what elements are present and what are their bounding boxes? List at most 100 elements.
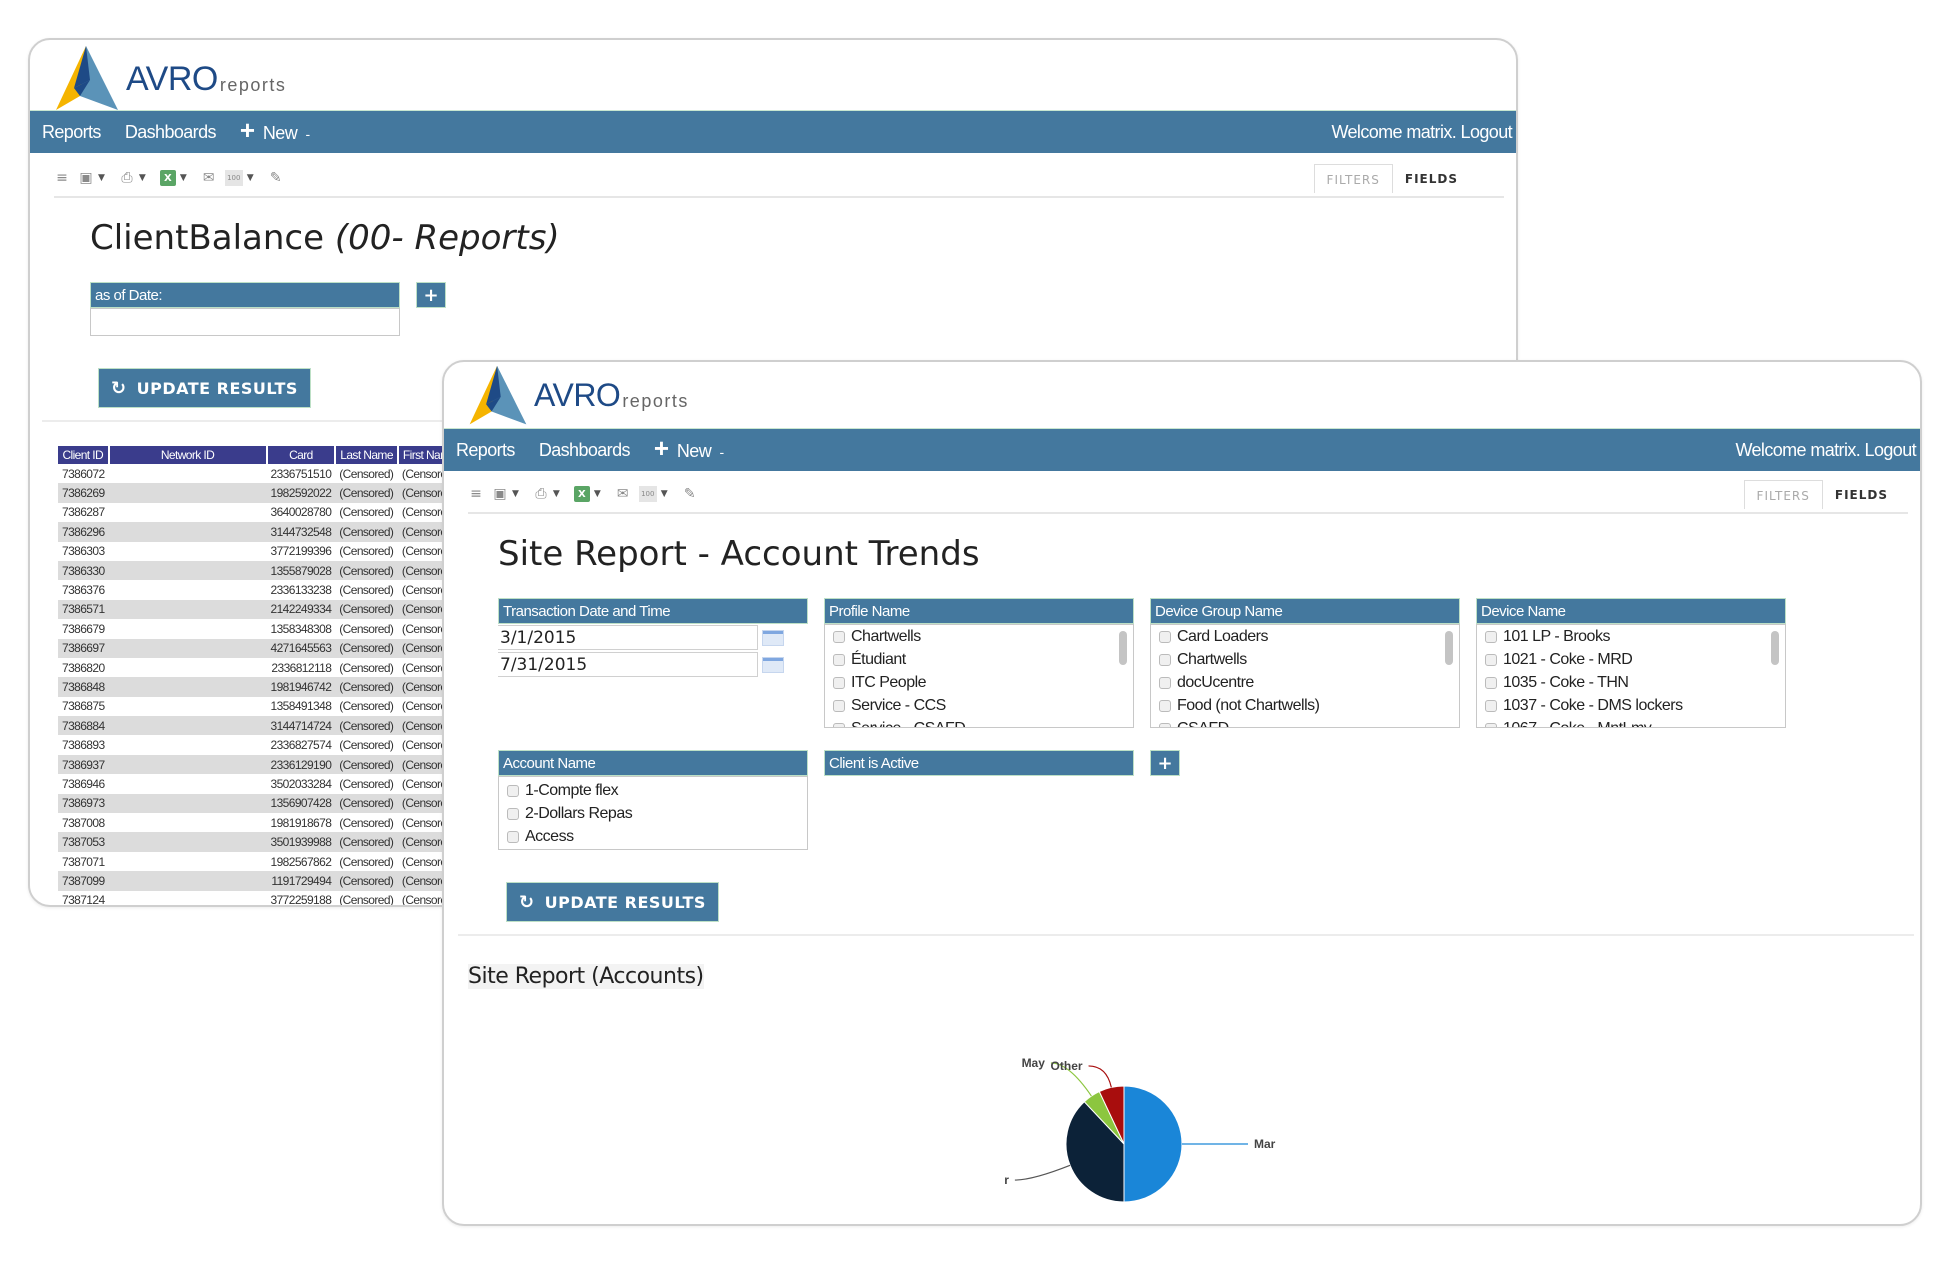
table-row[interactable]: 7386330 1355879028 (Censored) (Censored)	[58, 560, 461, 581]
print-icon[interactable]: ⎙	[119, 170, 135, 186]
checkbox[interactable]	[833, 653, 845, 666]
table-row[interactable]: 7386884 3144714724 (Censored) (Censored)	[58, 716, 461, 736]
filter-client-is-active[interactable]: Client is Active	[824, 750, 1134, 776]
add-filter-button[interactable]: +	[416, 282, 446, 308]
list-item[interactable]: 1035 - Coke - THN	[1477, 671, 1785, 694]
table-row[interactable]: 7386848 1981946742 (Censored) (Censored)	[58, 677, 461, 697]
table-row[interactable]: 7386296 3144732548 (Censored) (Censored)	[58, 522, 461, 542]
table-row[interactable]: 7387053 3501939988 (Censored) (Censored)	[58, 832, 461, 852]
tab-fields[interactable]: FIELDS	[1393, 164, 1470, 193]
checkbox[interactable]	[833, 699, 845, 712]
update-results-button[interactable]: ↻ UPDATE RESULTS	[98, 368, 311, 408]
excel-icon[interactable]: X	[159, 170, 176, 186]
welcome-logout-link[interactable]: Welcome matrix. Logout	[1735, 440, 1916, 461]
list-item[interactable]: Card Loaders	[1151, 625, 1459, 648]
checkbox[interactable]	[1159, 676, 1171, 689]
table-row[interactable]: 7386269 1982592022 (Censored) (Censored)	[58, 483, 461, 503]
zoom-dropdown[interactable]: ▼	[661, 489, 668, 499]
table-row[interactable]: 7387008 1981918678 (Censored) (Censored)	[58, 813, 461, 833]
email-icon[interactable]: ✉	[201, 170, 217, 186]
list-item[interactable]: 101 LP - Brooks	[1477, 625, 1785, 648]
checkbox[interactable]	[507, 830, 519, 843]
list-item[interactable]: Access	[499, 825, 807, 848]
list-item[interactable]: ITC People	[825, 671, 1133, 694]
zoom-100-icon[interactable]: 100	[638, 486, 657, 502]
save-dropdown[interactable]: ▼	[98, 173, 105, 183]
print-dropdown[interactable]: ▼	[553, 489, 560, 499]
nav-reports[interactable]: Reports	[42, 122, 101, 143]
list-item[interactable]: 1067 - Coke - MntLmy	[1477, 717, 1785, 727]
calendar-icon[interactable]	[762, 629, 784, 646]
excel-dropdown[interactable]: ▼	[594, 489, 601, 499]
table-row[interactable]: 7387099 1191729494 (Censored) (Censored)	[58, 871, 461, 891]
table-row[interactable]: 7386571 2142249334 (Censored) (Censored)	[58, 599, 461, 620]
checkbox[interactable]	[1159, 722, 1171, 727]
excel-icon[interactable]: X	[573, 486, 590, 502]
table-row[interactable]: 7386893 2336827574 (Censored) (Censored)	[58, 735, 461, 755]
list-item[interactable]: Service - CCS	[825, 694, 1133, 717]
tab-filters[interactable]: FILTERS	[1313, 164, 1393, 193]
device-name-list[interactable]: 101 LP - Brooks 1021 - Coke - MRD 1035 - C…	[1476, 624, 1786, 728]
list-item[interactable]: Étudiant	[825, 648, 1133, 671]
table-row[interactable]: 7386697 4271645563 (Censored) (Censored)	[58, 638, 461, 658]
table-row[interactable]: 7386376 2336133238 (Censored) (Censored)	[58, 580, 461, 600]
checkbox[interactable]	[1485, 722, 1497, 727]
device-group-list[interactable]: Card Loaders Chartwells docUcentre Food (no…	[1150, 624, 1460, 728]
scrollbar[interactable]	[1119, 631, 1127, 665]
list-item[interactable]: 1021 - Coke - MRD	[1477, 648, 1785, 671]
checkbox[interactable]	[507, 784, 519, 797]
print-icon[interactable]: ⎙	[533, 486, 549, 502]
list-item[interactable]: Chartwells	[1151, 648, 1459, 671]
avro-logo[interactable]: AVRO reports	[466, 364, 689, 428]
pie-slice-mar[interactable]	[1123, 1085, 1183, 1203]
checkbox[interactable]	[833, 676, 845, 689]
avro-logo[interactable]: AVRO reports	[52, 44, 286, 114]
list-item[interactable]: 2-Dollars Repas	[499, 802, 807, 825]
profile-name-list[interactable]: Chartwells Étudiant ITC People Service - CC…	[824, 624, 1134, 728]
column-header[interactable]: Client ID	[58, 446, 110, 464]
date-from-input[interactable]: 3/1/2015	[498, 625, 758, 650]
checkbox[interactable]	[1159, 630, 1171, 643]
checkbox[interactable]	[833, 630, 845, 643]
list-item[interactable]: Chartwells	[825, 625, 1133, 648]
list-item[interactable]: Service - CSAFD	[825, 717, 1133, 727]
nav-dashboards[interactable]: Dashboards	[539, 440, 631, 461]
nav-reports[interactable]: Reports	[456, 440, 515, 461]
table-row[interactable]: 7386973 1356907428 (Censored) (Censored)	[58, 793, 461, 814]
table-row[interactable]: 7387071 1982567862 (Censored) (Censored)	[58, 851, 461, 872]
add-filter-button[interactable]: +	[1150, 750, 1180, 776]
welcome-logout-link[interactable]: Welcome matrix. Logout	[1331, 122, 1512, 143]
list-item[interactable]: Food (not Chartwells)	[1151, 694, 1459, 717]
excel-dropdown[interactable]: ▼	[180, 173, 187, 183]
account-name-list[interactable]: 1-Compte flex 2-Dollars Repas Access	[498, 776, 808, 850]
checkbox[interactable]	[1485, 630, 1497, 643]
as-of-date-input[interactable]	[90, 308, 400, 336]
checkbox[interactable]	[1159, 699, 1171, 712]
tab-fields[interactable]: FIELDS	[1823, 480, 1900, 509]
calendar-icon[interactable]	[762, 656, 784, 673]
email-icon[interactable]: ✉	[615, 486, 631, 502]
nav-new[interactable]: + New -	[654, 435, 724, 462]
list-item[interactable]: docUcentre	[1151, 671, 1459, 694]
checkbox[interactable]	[507, 807, 519, 820]
nav-new[interactable]: + New -	[240, 117, 310, 144]
save-icon[interactable]: ▣	[492, 486, 508, 502]
table-row[interactable]: 7386679 1358348308 (Censored) (Censored)	[58, 619, 461, 639]
table-row[interactable]: 7387124 3772259188 (Censored) (Censored)	[58, 890, 461, 905]
scrollbar[interactable]	[1771, 631, 1779, 665]
edit-icon[interactable]: ✎	[682, 486, 698, 502]
table-row[interactable]: 7386875 1358491348 (Censored) (Censored)	[58, 696, 461, 717]
checkbox[interactable]	[1485, 676, 1497, 689]
list-item[interactable]: 1037 - Coke - DMS lockers	[1477, 694, 1785, 717]
list-item[interactable]: 1-Compte flex	[499, 779, 807, 802]
edit-icon[interactable]: ✎	[268, 170, 284, 186]
checkbox[interactable]	[1485, 653, 1497, 666]
nav-dashboards[interactable]: Dashboards	[125, 122, 217, 143]
print-dropdown[interactable]: ▼	[139, 173, 146, 183]
checkbox[interactable]	[1485, 699, 1497, 712]
menu-icon[interactable]: ≡	[54, 170, 70, 186]
tab-filters[interactable]: FILTERS	[1743, 480, 1823, 509]
scrollbar[interactable]	[1445, 631, 1453, 665]
date-to-input[interactable]: 7/31/2015	[498, 652, 758, 677]
zoom-100-icon[interactable]: 100	[224, 170, 243, 186]
